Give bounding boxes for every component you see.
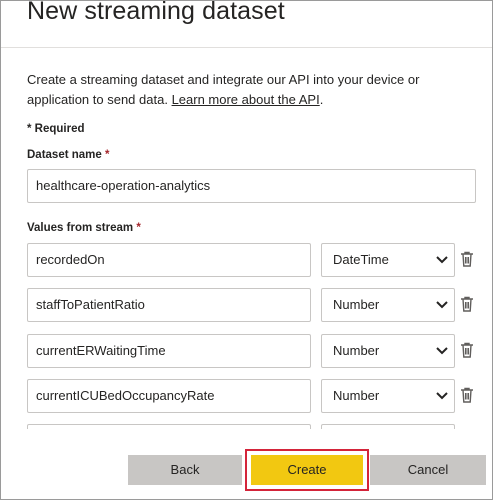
required-star: * <box>136 222 141 234</box>
create-button[interactable]: Create <box>251 455 363 485</box>
values-from-stream-label: Values from stream * <box>27 222 141 234</box>
description-end: . <box>319 92 324 107</box>
stream-value-type-selected: Number <box>333 297 380 312</box>
new-streaming-dataset-dialog: New streaming dataset Create a streaming… <box>0 0 493 500</box>
stream-value-name-input[interactable]: recordedOn <box>27 243 311 277</box>
trash-icon[interactable] <box>460 251 474 267</box>
dialog-footer: Back Create Cancel <box>1 429 492 499</box>
stream-value-type-select[interactable]: DateTime <box>321 243 455 277</box>
stream-value-type-select[interactable]: Number <box>321 288 455 322</box>
stream-value-name-input[interactable]: staffToPatientRatio <box>27 288 311 322</box>
stream-value-type-select[interactable]: Number <box>321 334 455 368</box>
stream-value-type-select[interactable]: Number <box>321 379 455 413</box>
stream-value-type-selected: Number <box>333 343 380 358</box>
cancel-button[interactable]: Cancel <box>370 455 486 485</box>
dataset-name-label: Dataset name * <box>27 149 109 161</box>
stream-value-name-input[interactable]: currentERWaitingTime <box>27 334 311 368</box>
dialog-title: New streaming dataset <box>27 0 285 25</box>
dataset-name-label-text: Dataset name <box>27 149 102 161</box>
trash-icon[interactable] <box>460 296 474 312</box>
values-from-stream-label-text: Values from stream <box>27 222 134 234</box>
trash-icon[interactable] <box>460 342 474 358</box>
required-star: * <box>105 149 110 161</box>
chevron-down-icon <box>436 256 448 264</box>
dialog-body: Create a streaming dataset and integrate… <box>1 48 492 429</box>
dataset-name-input[interactable]: healthcare-operation-analytics <box>27 169 476 203</box>
dialog-description: Create a streaming dataset and integrate… <box>27 70 457 110</box>
chevron-down-icon <box>436 301 448 309</box>
stream-value-type-selected: Number <box>333 388 380 403</box>
stream-value-type-selected: DateTime <box>333 252 389 267</box>
chevron-down-icon <box>436 347 448 355</box>
dialog-header: New streaming dataset <box>1 1 492 45</box>
stream-value-name-input[interactable]: currentICUBedOccupancyRate <box>27 379 311 413</box>
learn-more-link[interactable]: Learn more about the API <box>172 92 320 107</box>
trash-icon[interactable] <box>460 387 474 403</box>
required-note: * Required <box>27 123 85 135</box>
chevron-down-icon <box>436 392 448 400</box>
back-button[interactable]: Back <box>128 455 242 485</box>
